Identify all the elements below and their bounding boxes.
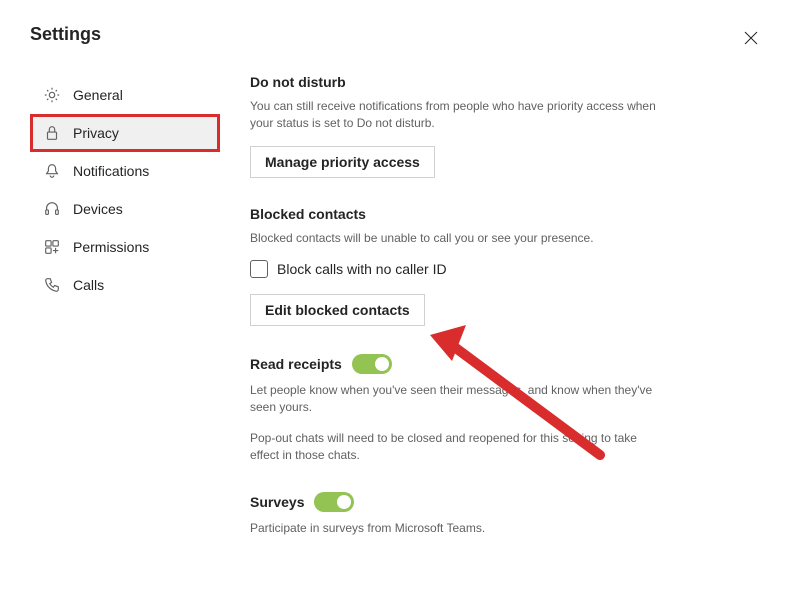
section-read-receipts: Read receipts Let people know when you'v… (250, 354, 660, 463)
section-description: Pop-out chats will need to be closed and… (250, 430, 660, 464)
section-heading: Blocked contacts (250, 206, 660, 222)
bell-icon (43, 162, 61, 180)
section-description: You can still receive notifications from… (250, 98, 660, 132)
section-heading: Do not disturb (250, 74, 660, 90)
surveys-toggle[interactable] (314, 492, 354, 512)
sidebar-item-label: Devices (73, 201, 123, 217)
gear-icon (43, 86, 61, 104)
section-heading-text: Read receipts (250, 356, 342, 372)
sidebar: General Privacy Notifications Devices Pe… (30, 74, 220, 564)
sidebar-item-general[interactable]: General (30, 76, 220, 114)
checkbox-icon (250, 260, 268, 278)
content-area: Do not disturb You can still receive not… (220, 74, 660, 564)
sidebar-item-notifications[interactable]: Notifications (30, 152, 220, 190)
sidebar-item-permissions[interactable]: Permissions (30, 228, 220, 266)
sidebar-item-calls[interactable]: Calls (30, 266, 220, 304)
edit-blocked-contacts-button[interactable]: Edit blocked contacts (250, 294, 425, 326)
sidebar-item-privacy[interactable]: Privacy (30, 114, 220, 152)
headset-icon (43, 200, 61, 218)
section-surveys: Surveys Participate in surveys from Micr… (250, 492, 660, 537)
read-receipts-toggle[interactable] (352, 354, 392, 374)
section-blocked-contacts: Blocked contacts Blocked contacts will b… (250, 206, 660, 327)
block-no-caller-id-checkbox[interactable]: Block calls with no caller ID (250, 260, 660, 278)
header: Settings (0, 0, 797, 74)
page-title: Settings (30, 24, 101, 45)
section-heading-text: Surveys (250, 494, 304, 510)
sidebar-item-devices[interactable]: Devices (30, 190, 220, 228)
sidebar-item-label: Calls (73, 277, 104, 293)
close-icon (744, 31, 758, 50)
section-description: Blocked contacts will be unable to call … (250, 230, 660, 247)
apps-icon (43, 238, 61, 256)
lock-icon (43, 124, 61, 142)
section-heading: Read receipts (250, 354, 660, 374)
section-description: Participate in surveys from Microsoft Te… (250, 520, 660, 537)
sidebar-item-label: Privacy (73, 125, 119, 141)
section-heading: Surveys (250, 492, 660, 512)
sidebar-item-label: Permissions (73, 239, 149, 255)
sidebar-item-label: Notifications (73, 163, 149, 179)
manage-priority-access-button[interactable]: Manage priority access (250, 146, 435, 178)
checkbox-label: Block calls with no caller ID (277, 261, 447, 277)
sidebar-item-label: General (73, 87, 123, 103)
section-dnd: Do not disturb You can still receive not… (250, 74, 660, 178)
close-button[interactable] (735, 24, 767, 56)
phone-icon (43, 276, 61, 294)
section-description: Let people know when you've seen their m… (250, 382, 660, 416)
